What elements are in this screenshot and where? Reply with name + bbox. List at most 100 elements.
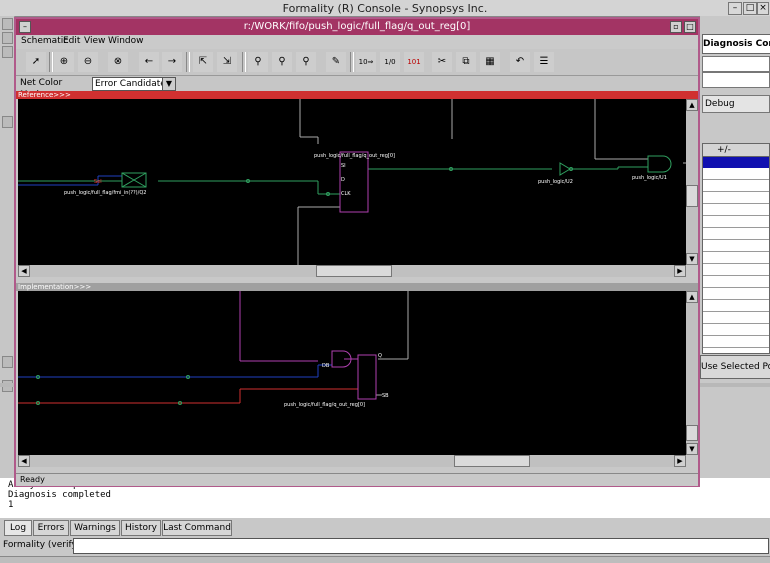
left-tool-2[interactable]: [2, 32, 13, 44]
impl-pin-sb: SB: [382, 393, 389, 399]
grid-icon[interactable]: ▦: [480, 52, 500, 72]
zoom-out-icon[interactable]: ⊖: [78, 52, 98, 72]
cut-icon[interactable]: ✂: [432, 52, 452, 72]
copy-icon[interactable]: ⧉: [456, 52, 476, 72]
undo-icon[interactable]: ↶: [510, 52, 530, 72]
find-driver-icon[interactable]: ⚲: [248, 52, 268, 72]
toolbar-separator: [242, 52, 246, 72]
reference-schematic-pane[interactable]: push_logic/full_flag/q_out_reg[0] push_l…: [18, 99, 686, 265]
tab-log[interactable]: Log: [4, 520, 32, 536]
reference-vscrollbar[interactable]: ▲ ▼: [686, 99, 698, 265]
command-row: Formality (verify)>: [0, 536, 770, 556]
reference-pane-label: Reference>>>: [16, 91, 698, 99]
left-tool-1[interactable]: [2, 18, 13, 30]
ref-pin-sel: Sel: [94, 179, 102, 185]
menu-edit[interactable]: Edit: [63, 36, 80, 46]
use-selected-point-button[interactable]: Use Selected Point: [700, 355, 770, 379]
scroll-down-icon[interactable]: ▼: [686, 253, 698, 265]
list-icon[interactable]: ☰: [534, 52, 554, 72]
scroll-thumb[interactable]: [454, 455, 530, 467]
left-tool-5[interactable]: [2, 356, 13, 368]
table-row[interactable]: [703, 216, 769, 228]
candidates-table[interactable]: +/-: [702, 143, 770, 354]
log-line: 1: [8, 500, 14, 510]
schematic-titlebar[interactable]: – r:/WORK/fifo/push_logic/full_flag/q_ou…: [16, 19, 698, 35]
zoom-in-icon[interactable]: ⊕: [54, 52, 74, 72]
minimize-icon[interactable]: ▫: [670, 21, 682, 33]
scroll-thumb[interactable]: [316, 265, 392, 277]
table-header: +/-: [703, 144, 769, 157]
table-row[interactable]: [703, 228, 769, 240]
menu-window[interactable]: Window: [108, 36, 144, 46]
app-titlebar: Formality (R) Console - Synopsys Inc. – …: [0, 0, 770, 17]
scroll-right-icon[interactable]: ▶: [674, 265, 686, 277]
close-icon[interactable]: ×: [757, 2, 769, 15]
table-row[interactable]: [703, 168, 769, 180]
table-row[interactable]: [703, 252, 769, 264]
value-1010-icon[interactable]: 10⇒: [356, 52, 376, 72]
find-compare-icon[interactable]: ⚲: [296, 52, 316, 72]
implementation-schematic: push_logic/full_flag/q_out_reg[0] DB Q S…: [18, 291, 409, 408]
scroll-thumb[interactable]: [686, 425, 698, 441]
maximize-icon[interactable]: □: [743, 2, 757, 15]
tab-warnings[interactable]: Warnings: [70, 520, 120, 536]
implementation-vscrollbar[interactable]: ▲ ▼: [686, 291, 698, 455]
table-row[interactable]: [703, 336, 769, 348]
highlight-icon[interactable]: ✎: [326, 52, 346, 72]
scroll-thumb[interactable]: [686, 185, 698, 207]
maximize-icon[interactable]: □: [684, 21, 696, 33]
table-row[interactable]: [703, 288, 769, 300]
scroll-left-icon[interactable]: ◀: [18, 455, 30, 467]
table-row[interactable]: [703, 204, 769, 216]
debug-tab[interactable]: Debug: [702, 95, 770, 113]
value-101-icon[interactable]: 101: [404, 52, 424, 72]
zoom-fit-icon[interactable]: ⊗: [108, 52, 128, 72]
implementation-pane-label: Implementation>>>: [16, 283, 698, 291]
menu-schematic[interactable]: Schematic: [21, 36, 68, 46]
trace-fanout-icon[interactable]: ⇲: [217, 52, 237, 72]
table-row[interactable]: [703, 312, 769, 324]
select-arrow-icon[interactable]: ➚: [26, 52, 46, 72]
left-tool-3[interactable]: [2, 46, 13, 58]
implementation-hscrollbar[interactable]: ◀ ▶: [18, 455, 686, 467]
table-row[interactable]: [703, 180, 769, 192]
reference-hscrollbar[interactable]: ◀ ▶: [18, 265, 686, 277]
table-row[interactable]: [703, 264, 769, 276]
schematic-window: – r:/WORK/fifo/push_logic/full_flag/q_ou…: [14, 17, 700, 487]
schematic-menubar: Schematic Edit View Window: [16, 35, 698, 49]
table-row[interactable]: [703, 240, 769, 252]
scroll-right-icon[interactable]: ▶: [674, 455, 686, 467]
schematic-statusbar: Ready: [16, 473, 698, 486]
impl-pin-d: DB: [322, 363, 330, 369]
value-1-0-icon[interactable]: 1/0: [380, 52, 400, 72]
schematic-title: r:/WORK/fifo/push_logic/full_flag/q_out_…: [243, 21, 471, 32]
table-row[interactable]: [703, 324, 769, 336]
table-row-selected[interactable]: [703, 157, 769, 168]
chevron-down-icon[interactable]: ▼: [162, 77, 176, 91]
back-arrow-icon[interactable]: ←: [139, 52, 159, 72]
table-row[interactable]: [703, 300, 769, 312]
forward-arrow-icon[interactable]: →: [162, 52, 182, 72]
tab-last-command[interactable]: Last Command: [162, 520, 232, 536]
app-title: Formality (R) Console - Synopsys Inc.: [282, 2, 488, 15]
right-field-2[interactable]: [702, 72, 770, 88]
table-row[interactable]: [703, 192, 769, 204]
tab-errors[interactable]: Errors: [33, 520, 69, 536]
trace-fanin-icon[interactable]: ⇱: [193, 52, 213, 72]
scroll-down-icon[interactable]: ▼: [686, 443, 698, 455]
net-color-mode-row: Net Color Mode Error Candidates ▼: [16, 76, 698, 100]
tab-history[interactable]: History: [121, 520, 161, 536]
scroll-left-icon[interactable]: ◀: [18, 265, 30, 277]
left-tool-4[interactable]: [2, 116, 13, 128]
command-input[interactable]: [73, 538, 769, 554]
scroll-up-icon[interactable]: ▲: [686, 99, 698, 111]
implementation-schematic-pane[interactable]: push_logic/full_flag/q_out_reg[0] DB Q S…: [18, 291, 686, 455]
ref-pin-clk: CLK: [341, 191, 351, 197]
menu-view[interactable]: View: [84, 36, 105, 46]
table-row[interactable]: [703, 276, 769, 288]
scroll-up-icon[interactable]: ▲: [686, 291, 698, 303]
right-field-1[interactable]: [702, 56, 770, 72]
impl-register-label: push_logic/full_flag/q_out_reg[0]: [284, 402, 365, 408]
find-load-icon[interactable]: ⚲: [272, 52, 292, 72]
minimize-icon[interactable]: –: [728, 2, 742, 15]
